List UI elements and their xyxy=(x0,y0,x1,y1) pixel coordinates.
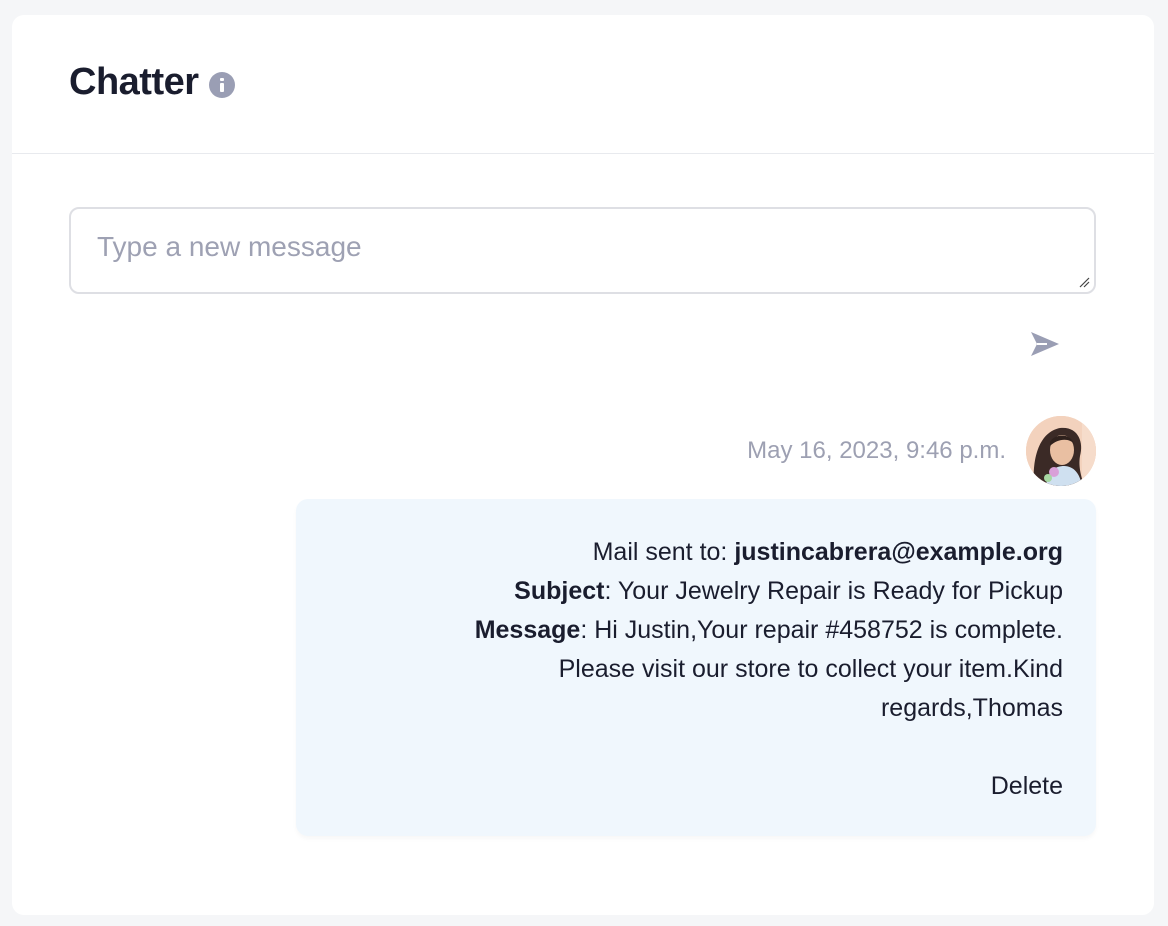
user-avatar-icon xyxy=(1026,416,1096,486)
chatter-panel: Chatter May 16, 2023, 9:46 p.m. Mail sen… xyxy=(12,15,1154,915)
panel-header: Chatter xyxy=(12,15,1154,154)
info-icon[interactable] xyxy=(208,71,235,98)
message-timestamp: May 16, 2023, 9:46 p.m. xyxy=(747,437,1006,464)
mail-recipient: justincabrera@example.org xyxy=(734,538,1063,566)
resize-grip-icon[interactable] xyxy=(1078,276,1090,288)
subject-label: Subject xyxy=(514,577,605,605)
mail-label: Mail sent to: xyxy=(592,538,735,566)
title-group: Chatter xyxy=(69,61,235,104)
message-bubble: Mail sent to: justincabrera@example.org … xyxy=(296,499,1096,836)
delete-button[interactable]: Delete xyxy=(991,767,1063,806)
page-title: Chatter xyxy=(69,61,199,103)
message-input[interactable] xyxy=(71,209,1094,292)
message-body: Message: Hi Justin,Your repair #458752 i… xyxy=(396,611,1063,728)
message-label: Message xyxy=(474,616,581,644)
subject-line: Subject: Your Jewelry Repair is Ready fo… xyxy=(396,572,1063,611)
send-icon[interactable] xyxy=(1027,328,1063,360)
message-text: : Hi Justin,Your repair #458752 is compl… xyxy=(558,616,1063,722)
message-composer xyxy=(69,207,1096,294)
subject-text: : Your Jewelry Repair is Ready for Picku… xyxy=(604,577,1063,605)
avatar xyxy=(1026,416,1096,486)
mail-line: Mail sent to: justincabrera@example.org xyxy=(396,533,1063,572)
